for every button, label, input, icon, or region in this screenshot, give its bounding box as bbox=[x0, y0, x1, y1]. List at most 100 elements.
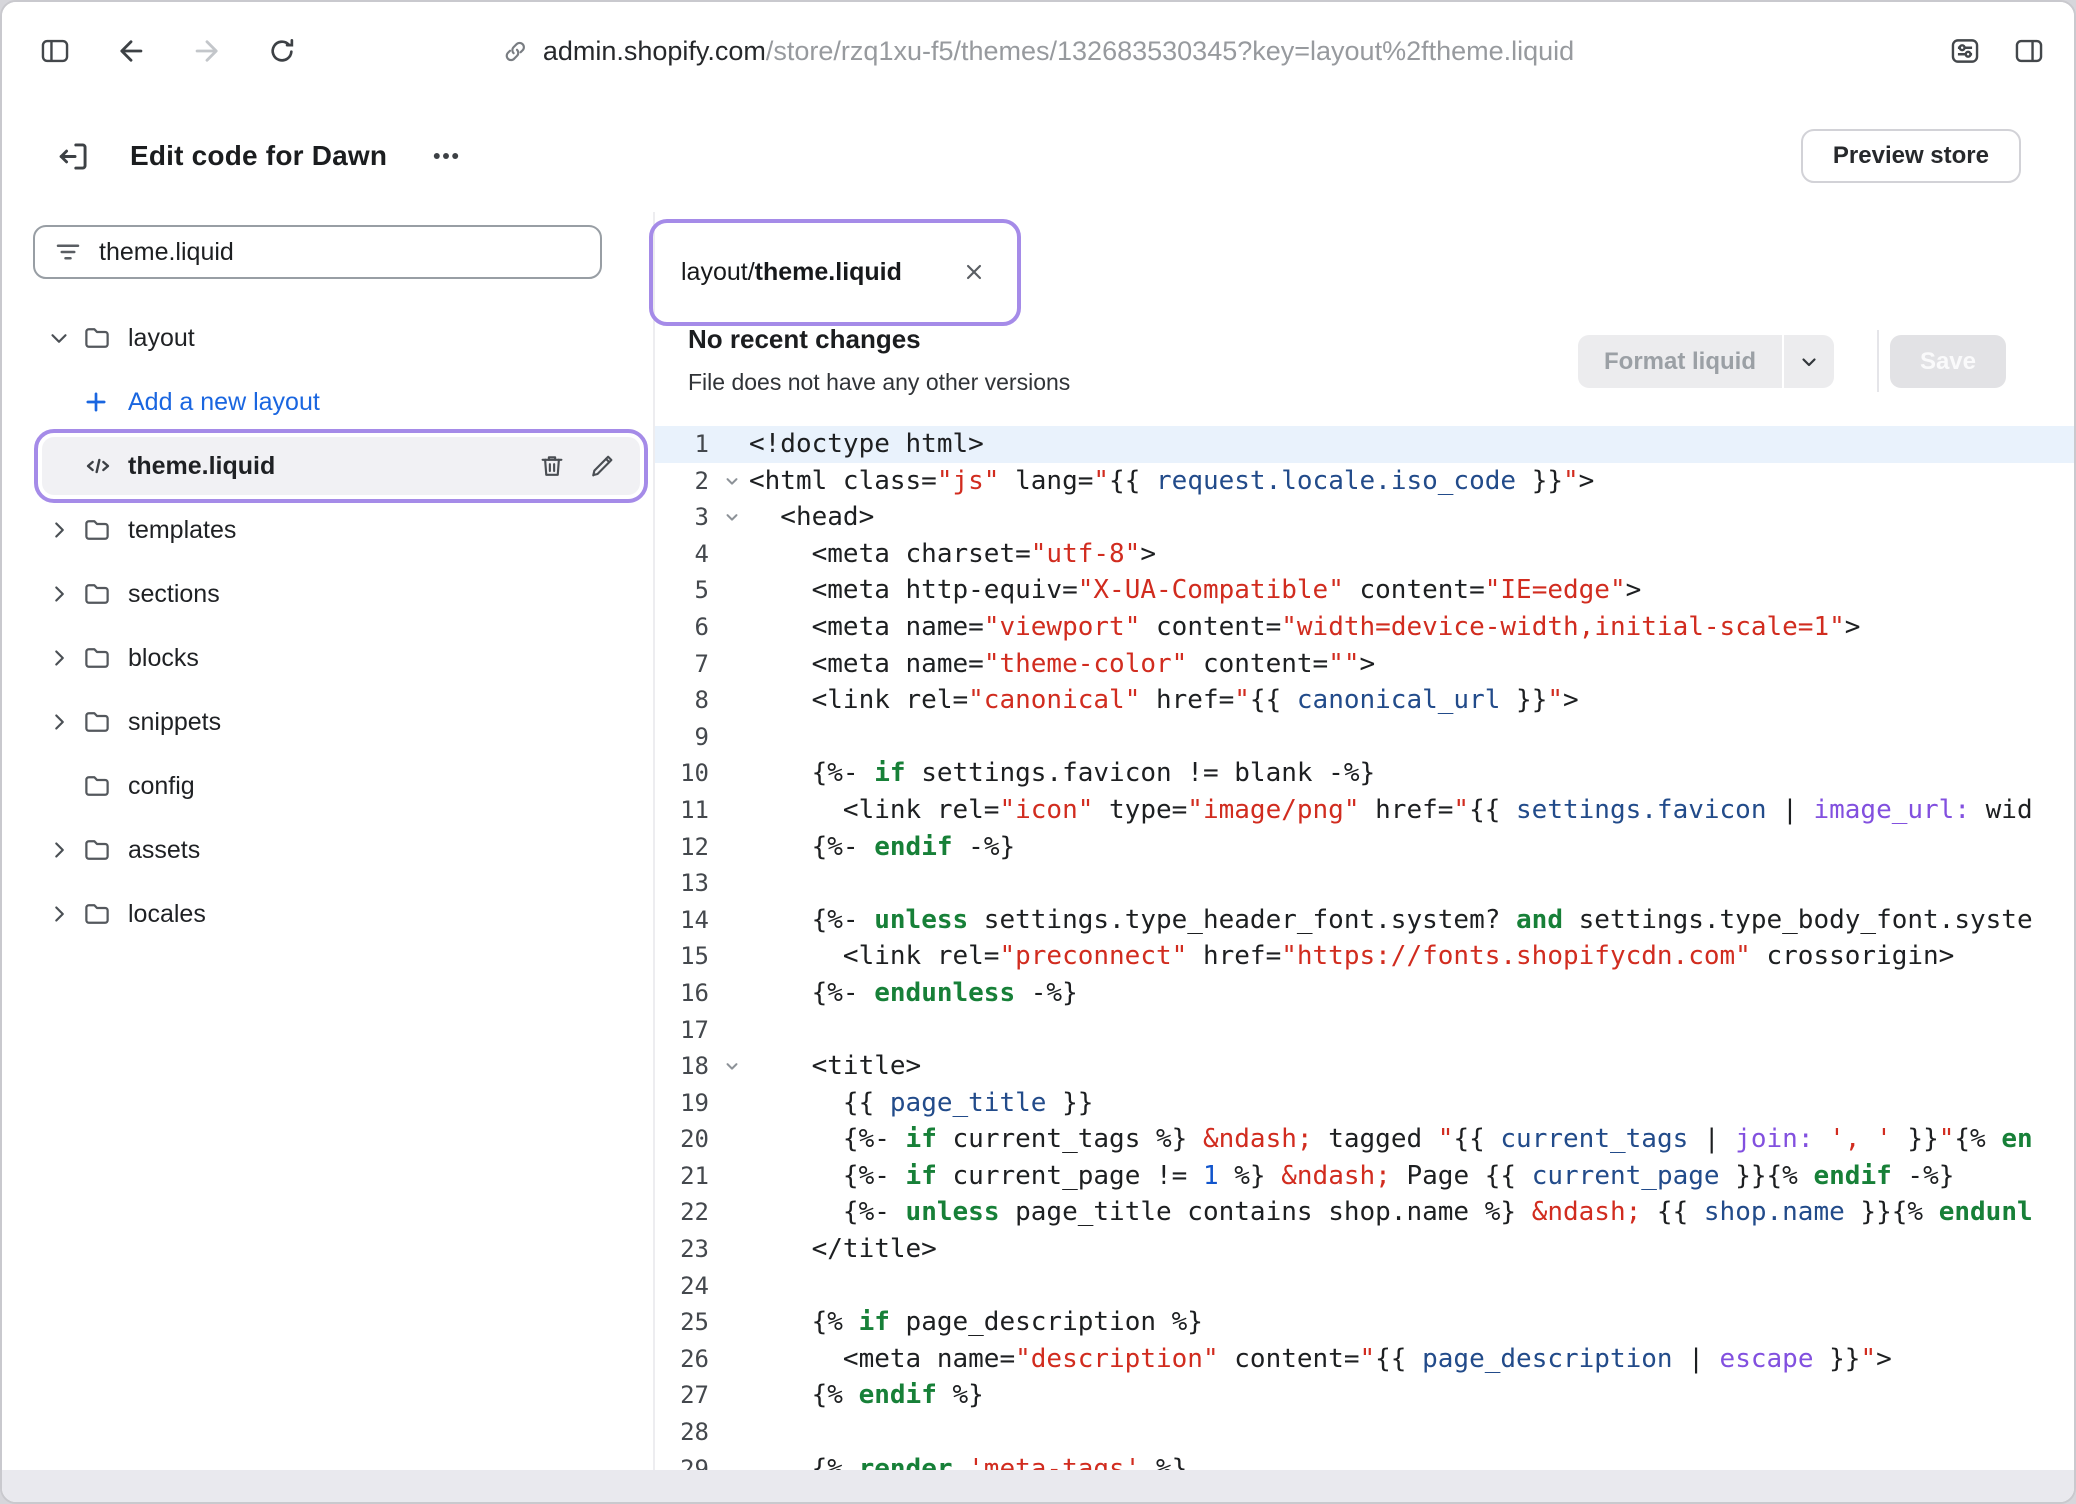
code-line-18[interactable]: 18 <title> bbox=[655, 1048, 2074, 1085]
folder-icon bbox=[82, 771, 112, 801]
tab-close-icon[interactable] bbox=[961, 259, 987, 285]
tree-item-label: blocks bbox=[128, 644, 199, 673]
chevron-right-icon[interactable] bbox=[46, 581, 72, 607]
line-number: 24 bbox=[655, 1268, 715, 1305]
code-line-text: <link rel="preconnect" href="https://fon… bbox=[749, 938, 2074, 975]
exit-editor-icon[interactable] bbox=[55, 138, 92, 175]
code-line-16[interactable]: 16 {%- endunless -%} bbox=[655, 975, 2074, 1012]
code-line-2[interactable]: 2<html class="js" lang="{{ request.local… bbox=[655, 463, 2074, 500]
tree-item-theme-liquid[interactable]: theme.liquid bbox=[2, 434, 653, 498]
tab-theme-liquid[interactable]: layout/theme.liquid bbox=[657, 231, 1011, 313]
code-line-3[interactable]: 3 <head> bbox=[655, 499, 2074, 536]
code-line-8[interactable]: 8 <link rel="canonical" href="{{ canonic… bbox=[655, 682, 2074, 719]
code-line-text: {{ page_title }} bbox=[749, 1085, 2074, 1122]
line-number: 21 bbox=[655, 1158, 715, 1195]
code-line-5[interactable]: 5 <meta http-equiv="X-UA-Compatible" con… bbox=[655, 572, 2074, 609]
more-actions-icon[interactable] bbox=[429, 139, 463, 173]
preview-store-button[interactable]: Preview store bbox=[1801, 129, 2021, 183]
reload-icon[interactable] bbox=[266, 35, 298, 67]
code-line-17[interactable]: 17 bbox=[655, 1012, 2074, 1049]
code-line-15[interactable]: 15 <link rel="preconnect" href="https://… bbox=[655, 938, 2074, 975]
tree-item-snippets[interactable]: snippets bbox=[2, 690, 653, 754]
line-number: 15 bbox=[655, 938, 715, 975]
fold-chevron-icon[interactable] bbox=[723, 508, 741, 526]
line-number: 14 bbox=[655, 902, 715, 939]
code-line-22[interactable]: 22 {%- unless page_title contains shop.n… bbox=[655, 1194, 2074, 1231]
status-title: No recent changes bbox=[688, 324, 921, 355]
chevron-right-icon[interactable] bbox=[46, 517, 72, 543]
code-line-19[interactable]: 19 {{ page_title }} bbox=[655, 1085, 2074, 1122]
code-line-6[interactable]: 6 <meta name="viewport" content="width=d… bbox=[655, 609, 2074, 646]
code-line-29[interactable]: 29 {% render 'meta-tags' %} bbox=[655, 1451, 2074, 1470]
code-line-21[interactable]: 21 {%- if current_page != 1 %} &ndash; P… bbox=[655, 1158, 2074, 1195]
format-liquid-button[interactable]: Format liquid bbox=[1578, 335, 1834, 388]
code-line-13[interactable]: 13 bbox=[655, 865, 2074, 902]
line-number: 9 bbox=[655, 719, 715, 756]
page-settings-icon[interactable] bbox=[1948, 34, 1982, 68]
code-line-text bbox=[749, 1012, 2074, 1049]
chevron-right-icon[interactable] bbox=[46, 901, 72, 927]
line-number: 5 bbox=[655, 572, 715, 609]
code-line-1[interactable]: 1<!doctype html> bbox=[655, 426, 2074, 463]
tree-item-blocks[interactable]: blocks bbox=[2, 626, 653, 690]
rename-file-icon[interactable] bbox=[587, 451, 617, 481]
back-icon[interactable] bbox=[114, 34, 148, 68]
code-line-11[interactable]: 11 <link rel="icon" type="image/png" hre… bbox=[655, 792, 2074, 829]
file-tree: layoutAdd a new layouttheme.liquidtempla… bbox=[2, 306, 653, 946]
tree-item-config[interactable]: config bbox=[2, 754, 653, 818]
code-line-10[interactable]: 10 {%- if settings.favicon != blank -%} bbox=[655, 755, 2074, 792]
tree-item-locales[interactable]: locales bbox=[2, 882, 653, 946]
code-line-12[interactable]: 12 {%- endif -%} bbox=[655, 829, 2074, 866]
line-number: 26 bbox=[655, 1341, 715, 1378]
file-filter-input[interactable] bbox=[99, 238, 582, 267]
tree-item-sections[interactable]: sections bbox=[2, 562, 653, 626]
url-text: admin.shopify.com/store/rzq1xu-f5/themes… bbox=[543, 36, 1574, 67]
sidebar-toggle-icon[interactable] bbox=[38, 34, 72, 68]
code-line-25[interactable]: 25 {% if page_description %} bbox=[655, 1304, 2074, 1341]
format-dropdown-button[interactable] bbox=[1782, 335, 1834, 388]
main-content: layoutAdd a new layouttheme.liquidtempla… bbox=[2, 212, 2074, 1470]
chevron-right-icon[interactable] bbox=[46, 837, 72, 863]
code-line-28[interactable]: 28 bbox=[655, 1414, 2074, 1451]
line-number: 3 bbox=[655, 499, 715, 536]
line-number: 23 bbox=[655, 1231, 715, 1268]
fold-chevron-icon[interactable] bbox=[723, 1057, 741, 1075]
tree-item-assets[interactable]: assets bbox=[2, 818, 653, 882]
code-line-20[interactable]: 20 {%- if current_tags %} &ndash; tagged… bbox=[655, 1121, 2074, 1158]
code-editor[interactable]: 1<!doctype html>2<html class="js" lang="… bbox=[655, 426, 2074, 1470]
tree-item-templates[interactable]: templates bbox=[2, 498, 653, 562]
code-editor-pane: layout/theme.liquid No recent changes Fi… bbox=[653, 212, 2074, 1470]
chevron-down-icon[interactable] bbox=[46, 325, 72, 351]
file-filter-box[interactable] bbox=[33, 225, 602, 279]
tree-item-layout[interactable]: layout bbox=[2, 306, 653, 370]
code-line-23[interactable]: 23 </title> bbox=[655, 1231, 2074, 1268]
browser-chrome: admin.shopify.com/store/rzq1xu-f5/themes… bbox=[2, 2, 2074, 100]
sidebar-right-toggle-icon[interactable] bbox=[2012, 34, 2046, 68]
chevron-right-icon[interactable] bbox=[46, 645, 72, 671]
chevron-right-icon[interactable] bbox=[46, 709, 72, 735]
folder-icon bbox=[82, 323, 112, 353]
code-line-text: <title> bbox=[749, 1048, 2074, 1085]
line-number: 22 bbox=[655, 1194, 715, 1231]
address-bar[interactable]: admin.shopify.com/store/rzq1xu-f5/themes… bbox=[502, 2, 1574, 100]
code-line-9[interactable]: 9 bbox=[655, 719, 2074, 756]
code-line-14[interactable]: 14 {%- unless settings.type_header_font.… bbox=[655, 902, 2074, 939]
code-line-7[interactable]: 7 <meta name="theme-color" content=""> bbox=[655, 646, 2074, 683]
line-number: 20 bbox=[655, 1121, 715, 1158]
code-line-24[interactable]: 24 bbox=[655, 1268, 2074, 1305]
line-number: 16 bbox=[655, 975, 715, 1012]
line-number: 18 bbox=[655, 1048, 715, 1085]
tree-item-add-a-new-layout[interactable]: Add a new layout bbox=[2, 370, 653, 434]
forward-icon[interactable] bbox=[190, 34, 224, 68]
fold-chevron-icon[interactable] bbox=[723, 472, 741, 490]
save-button[interactable]: Save bbox=[1890, 335, 2006, 388]
code-line-text: {%- endunless -%} bbox=[749, 975, 2074, 1012]
code-line-26[interactable]: 26 <meta name="description" content="{{ … bbox=[655, 1341, 2074, 1378]
code-line-text: <!doctype html> bbox=[749, 426, 2074, 463]
code-line-text: <meta charset="utf-8"> bbox=[749, 536, 2074, 573]
code-line-27[interactable]: 27 {% endif %} bbox=[655, 1377, 2074, 1414]
line-number: 8 bbox=[655, 682, 715, 719]
code-line-4[interactable]: 4 <meta charset="utf-8"> bbox=[655, 536, 2074, 573]
line-number: 11 bbox=[655, 792, 715, 829]
delete-file-icon[interactable] bbox=[537, 451, 567, 481]
